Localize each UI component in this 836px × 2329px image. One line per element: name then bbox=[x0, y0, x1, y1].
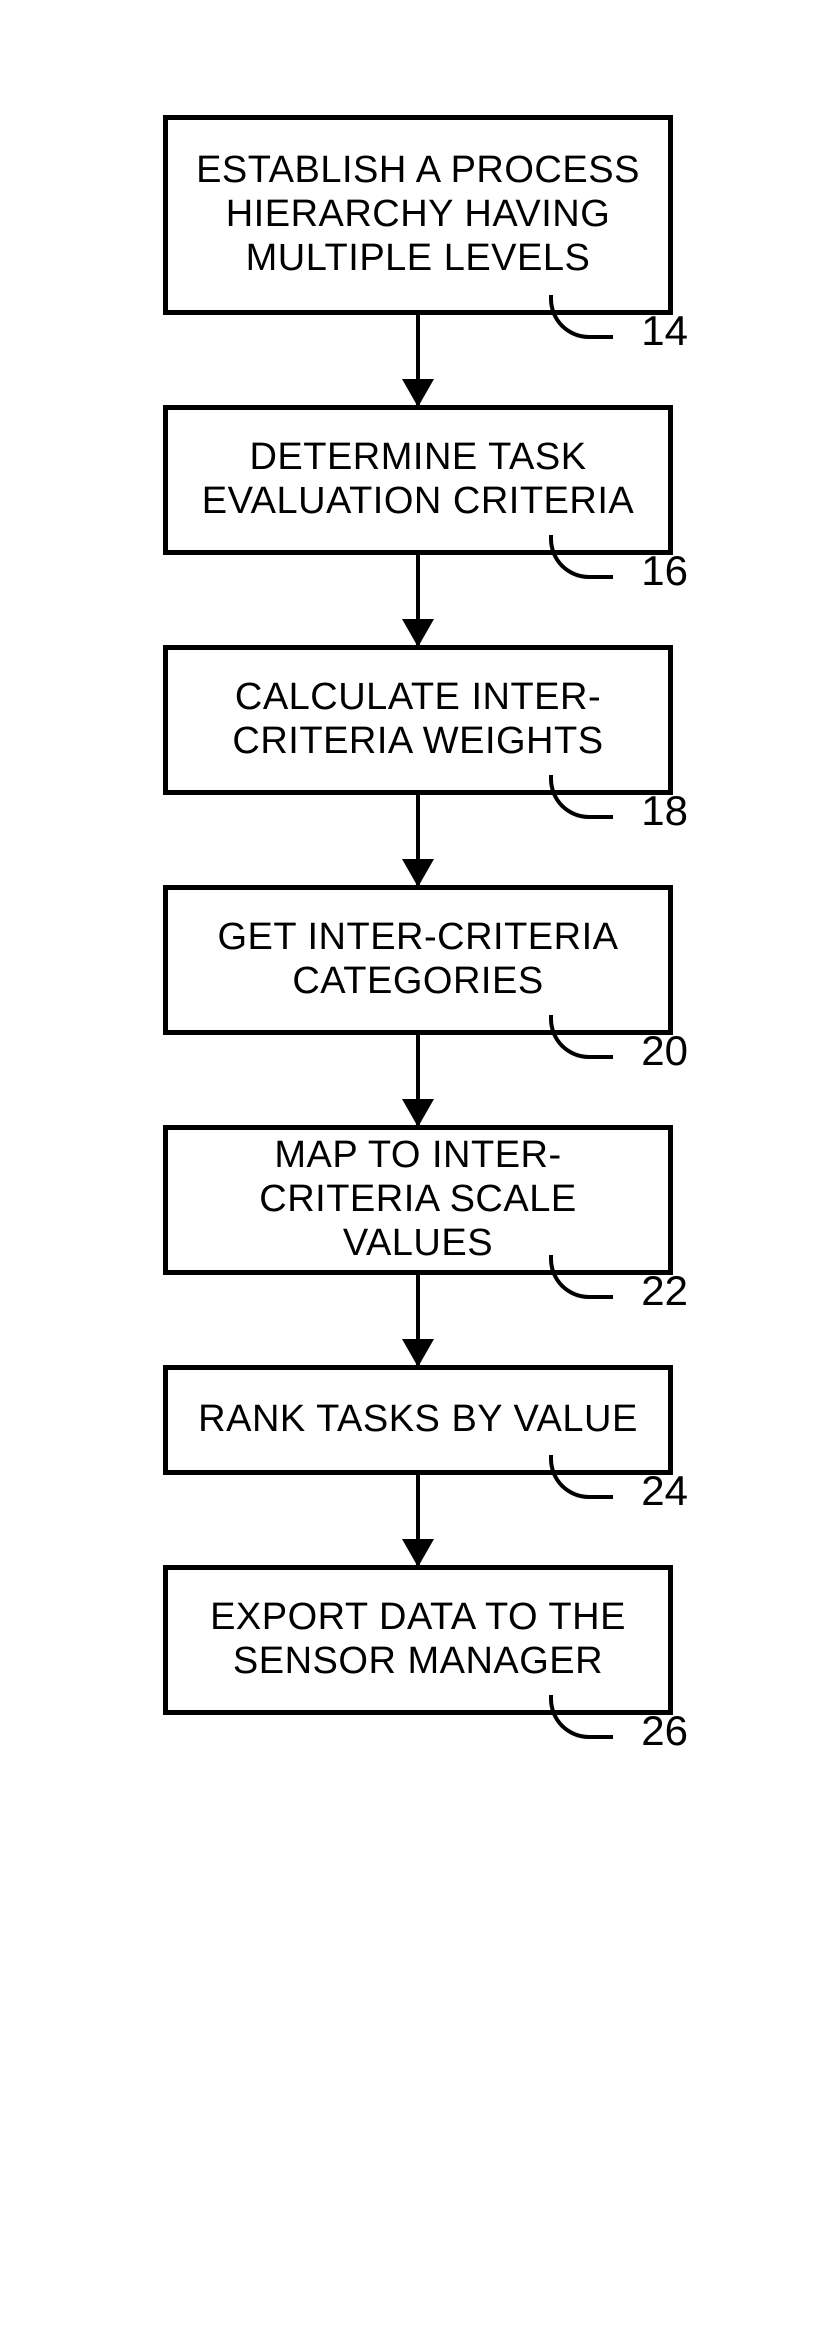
flow-node-label: 22 bbox=[641, 1267, 688, 1315]
flow-arrow bbox=[416, 795, 420, 885]
flow-box-text: MAP TO INTER-CRITERIA SCALE VALUES bbox=[186, 1134, 650, 1265]
flow-box-text: CALCULATE INTER-CRITERIA WEIGHTS bbox=[186, 676, 650, 763]
flow-box-text: RANK TASKS BY VALUE bbox=[198, 1398, 638, 1442]
flow-node-label: 20 bbox=[641, 1027, 688, 1075]
flow-node-label: 24 bbox=[641, 1467, 688, 1515]
callout-hook bbox=[549, 1255, 613, 1299]
flow-arrow bbox=[416, 1035, 420, 1125]
flowchart-canvas: ESTABLISH A PROCESS HIERARCHY HAVING MUL… bbox=[0, 0, 836, 2329]
flow-box-text: DETERMINE TASK EVALUATION CRITERIA bbox=[186, 436, 650, 523]
flow-arrow bbox=[416, 315, 420, 405]
flow-box-text: EXPORT DATA TO THE SENSOR MANAGER bbox=[186, 1596, 650, 1683]
flow-node-18: CALCULATE INTER-CRITERIA WEIGHTS 18 bbox=[163, 645, 673, 795]
flow-box: CALCULATE INTER-CRITERIA WEIGHTS bbox=[163, 645, 673, 795]
flow-box-text: ESTABLISH A PROCESS HIERARCHY HAVING MUL… bbox=[186, 149, 650, 280]
callout-hook bbox=[549, 1695, 613, 1739]
flow-box-text: GET INTER-CRITERIA CATEGORIES bbox=[186, 916, 650, 1003]
callout-hook bbox=[549, 1455, 613, 1499]
flow-arrow bbox=[416, 1475, 420, 1565]
flow-node-20: GET INTER-CRITERIA CATEGORIES 20 bbox=[163, 885, 673, 1035]
flow-box: GET INTER-CRITERIA CATEGORIES bbox=[163, 885, 673, 1035]
flow-node-24: RANK TASKS BY VALUE 24 bbox=[163, 1365, 673, 1475]
flow-node-16: DETERMINE TASK EVALUATION CRITERIA 16 bbox=[163, 405, 673, 555]
flow-box: ESTABLISH A PROCESS HIERARCHY HAVING MUL… bbox=[163, 115, 673, 315]
flow-box: EXPORT DATA TO THE SENSOR MANAGER bbox=[163, 1565, 673, 1715]
flow-node-26: EXPORT DATA TO THE SENSOR MANAGER 26 bbox=[163, 1565, 673, 1715]
flow-arrow bbox=[416, 555, 420, 645]
flow-arrow bbox=[416, 1275, 420, 1365]
flow-node-label: 16 bbox=[641, 547, 688, 595]
flowchart: ESTABLISH A PROCESS HIERARCHY HAVING MUL… bbox=[163, 115, 673, 1715]
callout-hook bbox=[549, 535, 613, 579]
flow-box: DETERMINE TASK EVALUATION CRITERIA bbox=[163, 405, 673, 555]
callout-hook bbox=[549, 295, 613, 339]
flow-node-label: 26 bbox=[641, 1707, 688, 1755]
flow-box: MAP TO INTER-CRITERIA SCALE VALUES bbox=[163, 1125, 673, 1275]
callout-hook bbox=[549, 775, 613, 819]
flow-node-label: 18 bbox=[641, 787, 688, 835]
callout-hook bbox=[549, 1015, 613, 1059]
flow-node-label: 14 bbox=[641, 307, 688, 355]
flow-node-22: MAP TO INTER-CRITERIA SCALE VALUES 22 bbox=[163, 1125, 673, 1275]
flow-node-14: ESTABLISH A PROCESS HIERARCHY HAVING MUL… bbox=[163, 115, 673, 315]
